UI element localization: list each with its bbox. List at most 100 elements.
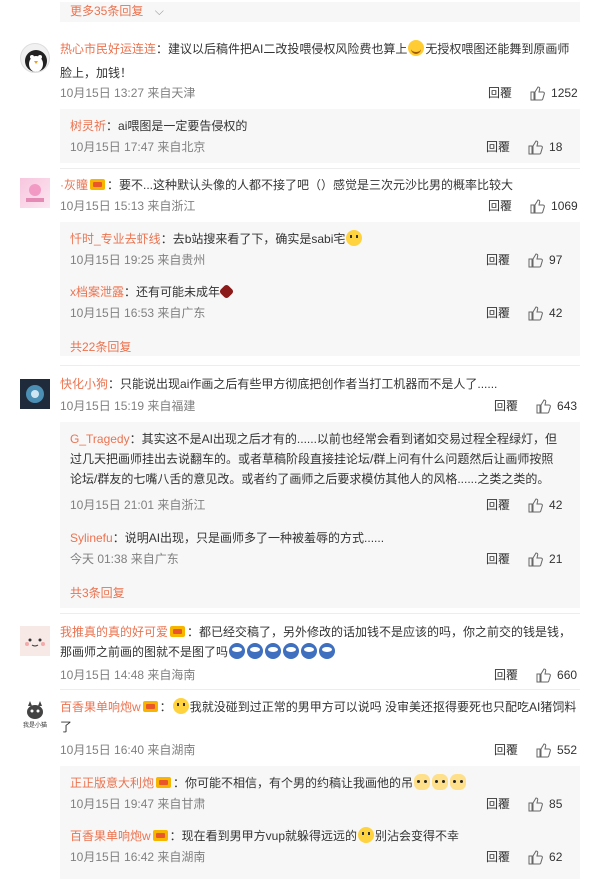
comment-meta: 10月15日 15:19 来自福建 xyxy=(60,399,196,413)
vip-badge-icon xyxy=(152,830,168,841)
reply-username[interactable]: 忏时_专业去虾线 xyxy=(70,232,161,246)
reply-username[interactable]: 百香果单响炮w xyxy=(70,829,151,843)
reply-button[interactable]: 回覆 xyxy=(488,84,512,102)
reply-button[interactable]: 回覆 xyxy=(486,795,510,813)
reply-body: 树灵祈：ai喂图是一定要告侵权的 xyxy=(70,119,248,133)
reply-meta: 10月15日 17:47 来自北京 xyxy=(70,140,206,154)
like-button[interactable]: 62 xyxy=(528,848,562,866)
reply-meta: 今天 01:38 来自广东 xyxy=(70,552,179,566)
reply-body: x档案泄露：还有可能未成年 xyxy=(70,282,235,302)
like-count: 18 xyxy=(549,140,563,154)
comment-username[interactable]: ·灰瞳 xyxy=(60,178,88,192)
like-count: 21 xyxy=(549,552,563,566)
avatar[interactable] xyxy=(20,178,50,208)
thumbs-up-icon xyxy=(528,497,543,512)
divider xyxy=(60,168,580,169)
comment-body: 百香果单响炮w：我就没碰到过正常的男甲方可以说吗 没审美还抠得要死也只配吃AI猪… xyxy=(60,698,577,734)
avatar-caption: 我是小猫 xyxy=(22,723,47,729)
no-entry-emoji-icon xyxy=(218,283,235,300)
like-button[interactable]: 42 xyxy=(528,496,562,514)
vip-badge-icon xyxy=(142,701,158,712)
reply-body: 百香果单响炮w ：现在看到男甲方vup就躲得远远的 别沾会变得不幸 xyxy=(70,827,460,843)
vip-badge-icon xyxy=(156,777,172,788)
more-replies-link[interactable]: 共3条回复 xyxy=(70,584,125,601)
reply-username[interactable]: x档案泄露 xyxy=(70,285,124,299)
vip-badge-icon xyxy=(90,179,105,190)
avatar[interactable]: 我是小猫 xyxy=(20,700,50,730)
comment-meta: 10月15日 13:27 来自天津 xyxy=(60,86,196,100)
thumbs-up-icon xyxy=(528,551,543,566)
like-button[interactable]: 552 xyxy=(536,741,577,759)
comment-username[interactable]: 快化小狗 xyxy=(60,377,108,391)
crying-emoji-icon xyxy=(319,643,336,659)
reply-meta: 10月15日 16:42 来自湖南 xyxy=(70,850,206,864)
avatar[interactable] xyxy=(20,626,50,656)
like-button[interactable]: 1252 xyxy=(530,84,578,102)
avatar[interactable] xyxy=(20,379,50,409)
reply-button[interactable]: 回覆 xyxy=(494,666,518,684)
vip-badge-icon xyxy=(170,626,186,637)
comment-body: 热心市民好运连连：建议以后稿件把AI二改投喂侵权风险费也算上 无授权喂图还能舞到原… xyxy=(60,40,570,56)
reply-username[interactable]: Sylinefu xyxy=(70,531,113,545)
like-button[interactable]: 97 xyxy=(528,251,562,269)
like-count: 42 xyxy=(549,306,563,320)
like-count: 97 xyxy=(549,253,563,267)
more-replies-link[interactable]: 共22条回复 xyxy=(70,338,131,355)
comment-meta: 10月15日 16:40 来自湖南 xyxy=(60,743,196,757)
more-replies-link[interactable]: 更多35条回复 ⌵ xyxy=(60,2,580,22)
thumbs-up-icon xyxy=(528,849,543,864)
thumbs-up-icon xyxy=(530,85,545,100)
reply-button[interactable]: 回覆 xyxy=(488,197,512,215)
crying-emoji-icon xyxy=(301,643,318,659)
reply-list: 树灵祈：ai喂图是一定要告侵权的 10月15日 17:47 来自北京 回覆 18 xyxy=(60,109,580,163)
like-count: 643 xyxy=(557,399,578,413)
comment-meta: 10月15日 14:48 来自海南 xyxy=(60,668,196,682)
crying-emoji-icon xyxy=(265,643,282,659)
blush-emoji-icon xyxy=(346,230,363,246)
cat-emoji-icon xyxy=(414,774,431,790)
comment-body: 我推真的真的好可爱 ：都已经交稿了，另外修改的话加钱不是应该的吗，你之前交的钱是钱… xyxy=(60,625,572,659)
comment-username[interactable]: 百香果单响炮w xyxy=(60,700,141,714)
thumbs-up-icon xyxy=(528,305,543,320)
like-button[interactable]: 21 xyxy=(528,550,562,568)
reply-username[interactable]: G_Tragedy xyxy=(70,432,130,446)
reply-button[interactable]: 回覆 xyxy=(486,550,510,568)
reply-button[interactable]: 回覆 xyxy=(494,741,518,759)
reply-button[interactable]: 回覆 xyxy=(486,496,510,514)
avatar[interactable] xyxy=(20,43,50,73)
reply-button[interactable]: 回覆 xyxy=(486,848,510,866)
reply-body: Sylinefu：说明AI出现，只是画师多了一种被羞辱的方式...... xyxy=(70,531,385,545)
comment-username[interactable]: 我推真的真的好可爱 xyxy=(60,625,168,639)
divider xyxy=(60,689,580,690)
comment-meta: 10月15日 15:13 来自浙江 xyxy=(60,199,196,213)
reply-button[interactable]: 回覆 xyxy=(486,251,510,269)
reply-body: G_Tragedy：其实这不是AI出现之后才有的......以前也经常会看到诸如… xyxy=(70,432,557,486)
divider xyxy=(60,613,580,614)
thumbs-up-icon xyxy=(528,252,543,267)
reply-username[interactable]: 正正版意大利炮 xyxy=(70,776,154,790)
sad-emoji-icon xyxy=(172,698,189,714)
reply-button[interactable]: 回覆 xyxy=(486,304,510,322)
sad-emoji-icon xyxy=(358,827,375,843)
thumbs-up-icon xyxy=(528,139,543,154)
reply-list: 忏时_专业去虾线：去b站搜来看了下，确实是sabi宅 10月15日 19:25 … xyxy=(60,222,580,356)
like-button[interactable]: 1069 xyxy=(530,197,578,215)
reply-meta: 10月15日 16:53 来自广东 xyxy=(70,306,206,320)
reply-body: 正正版意大利炮 ：你可能不相信，有个男的约稿让我画他的吊 xyxy=(70,773,467,793)
like-button[interactable]: 660 xyxy=(536,666,577,684)
like-button[interactable]: 85 xyxy=(528,795,562,813)
reply-button[interactable]: 回覆 xyxy=(494,397,518,415)
like-button[interactable]: 18 xyxy=(528,138,562,156)
like-button[interactable]: 643 xyxy=(536,397,577,415)
reply-button[interactable]: 回覆 xyxy=(486,138,510,156)
comment-body: 快化小狗：只能说出现ai作画之后有些甲方彻底把创作者当打工机器而不是人了....… xyxy=(60,377,498,391)
reply-username[interactable]: 树灵祈 xyxy=(70,119,106,133)
comment-username[interactable]: 热心市民好运连连 xyxy=(60,42,156,56)
like-button[interactable]: 42 xyxy=(528,304,562,322)
reply-list: G_Tragedy：其实这不是AI出现之后才有的......以前也经常会看到诸如… xyxy=(60,422,580,608)
like-count: 1252 xyxy=(551,86,578,100)
cat-emoji-icon xyxy=(432,774,449,790)
like-count: 660 xyxy=(557,668,578,682)
reply-meta: 10月15日 21:01 来自浙江 xyxy=(70,498,206,512)
thumbs-up-icon xyxy=(528,796,543,811)
